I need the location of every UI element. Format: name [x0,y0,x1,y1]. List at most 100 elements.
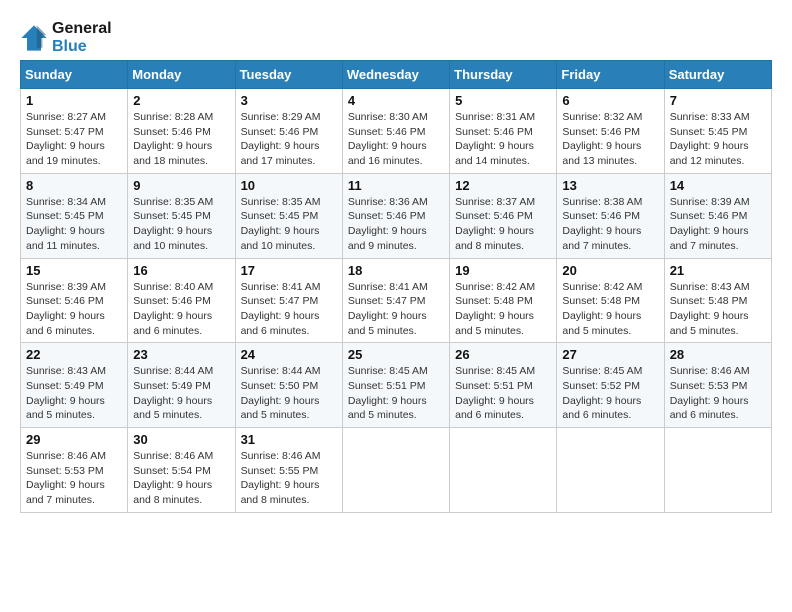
weekday-header-sunday: Sunday [21,61,128,89]
calendar-cell: 6Sunrise: 8:32 AMSunset: 5:46 PMDaylight… [557,89,664,174]
day-number: 5 [455,93,551,108]
day-number: 31 [241,432,337,447]
calendar-cell: 13 Sunrise: 8:38 AMSunset: 5:46 PMDayligh… [557,173,664,258]
day-number: 13 [562,178,658,193]
logo: General Blue [20,20,112,56]
week-row-3: 15 Sunrise: 8:39 AMSunset: 5:46 PMDayligh… [21,258,772,343]
day-info: Sunrise: 8:43 AMSunset: 5:48 PMDaylight:… [670,280,766,339]
day-number: 30 [133,432,229,447]
calendar-cell: 23 Sunrise: 8:44 AMSunset: 5:49 PMDayligh… [128,343,235,428]
week-row-5: 29Sunrise: 8:46 AMSunset: 5:53 PMDayligh… [21,428,772,513]
calendar-cell: 24 Sunrise: 8:44 AMSunset: 5:50 PMDayligh… [235,343,342,428]
day-info: Sunrise: 8:41 AMSunset: 5:47 PMDaylight:… [241,280,337,339]
day-number: 23 [133,347,229,362]
day-number: 2 [133,93,229,108]
calendar-cell: 3 Sunrise: 8:29 AMSunset: 5:46 PMDaylight… [235,89,342,174]
day-info: Sunrise: 8:34 AMSunset: 5:45 PMDaylight:… [26,195,122,254]
day-number: 6 [562,93,658,108]
weekday-header-wednesday: Wednesday [342,61,449,89]
day-number: 26 [455,347,551,362]
day-info: Sunrise: 8:33 AMSunset: 5:45 PMDaylight:… [670,110,766,169]
day-number: 24 [241,347,337,362]
calendar-cell: 10Sunrise: 8:35 AMSunset: 5:45 PMDayligh… [235,173,342,258]
day-number: 15 [26,263,122,278]
day-info: Sunrise: 8:43 AMSunset: 5:49 PMDaylight:… [26,364,122,423]
week-row-1: 1Sunrise: 8:27 AMSunset: 5:47 PMDaylight… [21,89,772,174]
day-number: 18 [348,263,444,278]
calendar-cell: 1Sunrise: 8:27 AMSunset: 5:47 PMDaylight… [21,89,128,174]
calendar-cell: 20Sunrise: 8:42 AMSunset: 5:48 PMDayligh… [557,258,664,343]
day-number: 12 [455,178,551,193]
day-info: Sunrise: 8:46 AMSunset: 5:55 PMDaylight:… [241,449,337,508]
day-info: Sunrise: 8:35 AMSunset: 5:45 PMDaylight:… [241,195,337,254]
calendar-cell: 5 Sunrise: 8:31 AMSunset: 5:46 PMDaylight… [450,89,557,174]
calendar-cell: 30 Sunrise: 8:46 AMSunset: 5:54 PMDayligh… [128,428,235,513]
calendar-cell: 26Sunrise: 8:45 AMSunset: 5:51 PMDayligh… [450,343,557,428]
calendar-cell: 8 Sunrise: 8:34 AMSunset: 5:45 PMDaylight… [21,173,128,258]
calendar-cell: 2 Sunrise: 8:28 AMSunset: 5:46 PMDaylight… [128,89,235,174]
calendar-cell: 7 Sunrise: 8:33 AMSunset: 5:45 PMDaylight… [664,89,771,174]
calendar-cell: 11Sunrise: 8:36 AMSunset: 5:46 PMDayligh… [342,173,449,258]
day-number: 29 [26,432,122,447]
day-number: 19 [455,263,551,278]
day-info: Sunrise: 8:28 AMSunset: 5:46 PMDaylight:… [133,110,229,169]
calendar-cell: 9 Sunrise: 8:35 AMSunset: 5:45 PMDaylight… [128,173,235,258]
day-number: 21 [670,263,766,278]
day-number: 28 [670,347,766,362]
day-number: 9 [133,178,229,193]
day-number: 3 [241,93,337,108]
day-number: 27 [562,347,658,362]
day-number: 1 [26,93,122,108]
day-info: Sunrise: 8:35 AMSunset: 5:45 PMDaylight:… [133,195,229,254]
day-number: 11 [348,178,444,193]
weekday-header-friday: Friday [557,61,664,89]
day-info: Sunrise: 8:39 AMSunset: 5:46 PMDaylight:… [26,280,122,339]
calendar-cell: 29Sunrise: 8:46 AMSunset: 5:53 PMDayligh… [21,428,128,513]
calendar-cell: 22 Sunrise: 8:43 AMSunset: 5:49 PMDayligh… [21,343,128,428]
day-info: Sunrise: 8:30 AMSunset: 5:46 PMDaylight:… [348,110,444,169]
week-row-4: 22 Sunrise: 8:43 AMSunset: 5:49 PMDayligh… [21,343,772,428]
day-info: Sunrise: 8:41 AMSunset: 5:47 PMDaylight:… [348,280,444,339]
day-number: 8 [26,178,122,193]
day-info: Sunrise: 8:31 AMSunset: 5:46 PMDaylight:… [455,110,551,169]
calendar-cell: 18 Sunrise: 8:41 AMSunset: 5:47 PMDayligh… [342,258,449,343]
day-info: Sunrise: 8:42 AMSunset: 5:48 PMDaylight:… [562,280,658,339]
calendar-cell: 31 Sunrise: 8:46 AMSunset: 5:55 PMDayligh… [235,428,342,513]
day-number: 16 [133,263,229,278]
day-info: Sunrise: 8:29 AMSunset: 5:46 PMDaylight:… [241,110,337,169]
calendar-cell: 25 Sunrise: 8:45 AMSunset: 5:51 PMDayligh… [342,343,449,428]
day-number: 7 [670,93,766,108]
day-number: 22 [26,347,122,362]
day-info: Sunrise: 8:44 AMSunset: 5:49 PMDaylight:… [133,364,229,423]
calendar-cell: 19 Sunrise: 8:42 AMSunset: 5:48 PMDayligh… [450,258,557,343]
weekday-header-saturday: Saturday [664,61,771,89]
calendar-cell: 4 Sunrise: 8:30 AMSunset: 5:46 PMDaylight… [342,89,449,174]
day-info: Sunrise: 8:45 AMSunset: 5:52 PMDaylight:… [562,364,658,423]
day-info: Sunrise: 8:38 AMSunset: 5:46 PMDaylight:… [562,195,658,254]
calendar-cell: 17Sunrise: 8:41 AMSunset: 5:47 PMDayligh… [235,258,342,343]
page-container: General Blue SundayMondayTuesdayWednesda… [20,20,772,513]
calendar-cell [342,428,449,513]
calendar-cell: 12 Sunrise: 8:37 AMSunset: 5:46 PMDayligh… [450,173,557,258]
day-number: 25 [348,347,444,362]
calendar-cell [557,428,664,513]
calendar-cell: 14Sunrise: 8:39 AMSunset: 5:46 PMDayligh… [664,173,771,258]
calendar-body: 1Sunrise: 8:27 AMSunset: 5:47 PMDaylight… [21,89,772,513]
day-info: Sunrise: 8:44 AMSunset: 5:50 PMDaylight:… [241,364,337,423]
day-info: Sunrise: 8:46 AMSunset: 5:53 PMDaylight:… [670,364,766,423]
day-number: 4 [348,93,444,108]
logo-text: General Blue [52,20,112,56]
day-info: Sunrise: 8:40 AMSunset: 5:46 PMDaylight:… [133,280,229,339]
calendar-cell: 27 Sunrise: 8:45 AMSunset: 5:52 PMDayligh… [557,343,664,428]
day-info: Sunrise: 8:37 AMSunset: 5:46 PMDaylight:… [455,195,551,254]
day-number: 14 [670,178,766,193]
weekday-header-monday: Monday [128,61,235,89]
day-info: Sunrise: 8:45 AMSunset: 5:51 PMDaylight:… [348,364,444,423]
weekday-row: SundayMondayTuesdayWednesdayThursdayFrid… [21,61,772,89]
header: General Blue [20,20,772,56]
calendar-cell: 15 Sunrise: 8:39 AMSunset: 5:46 PMDayligh… [21,258,128,343]
day-info: Sunrise: 8:42 AMSunset: 5:48 PMDaylight:… [455,280,551,339]
weekday-header-thursday: Thursday [450,61,557,89]
day-info: Sunrise: 8:46 AMSunset: 5:54 PMDaylight:… [133,449,229,508]
weekday-header-tuesday: Tuesday [235,61,342,89]
